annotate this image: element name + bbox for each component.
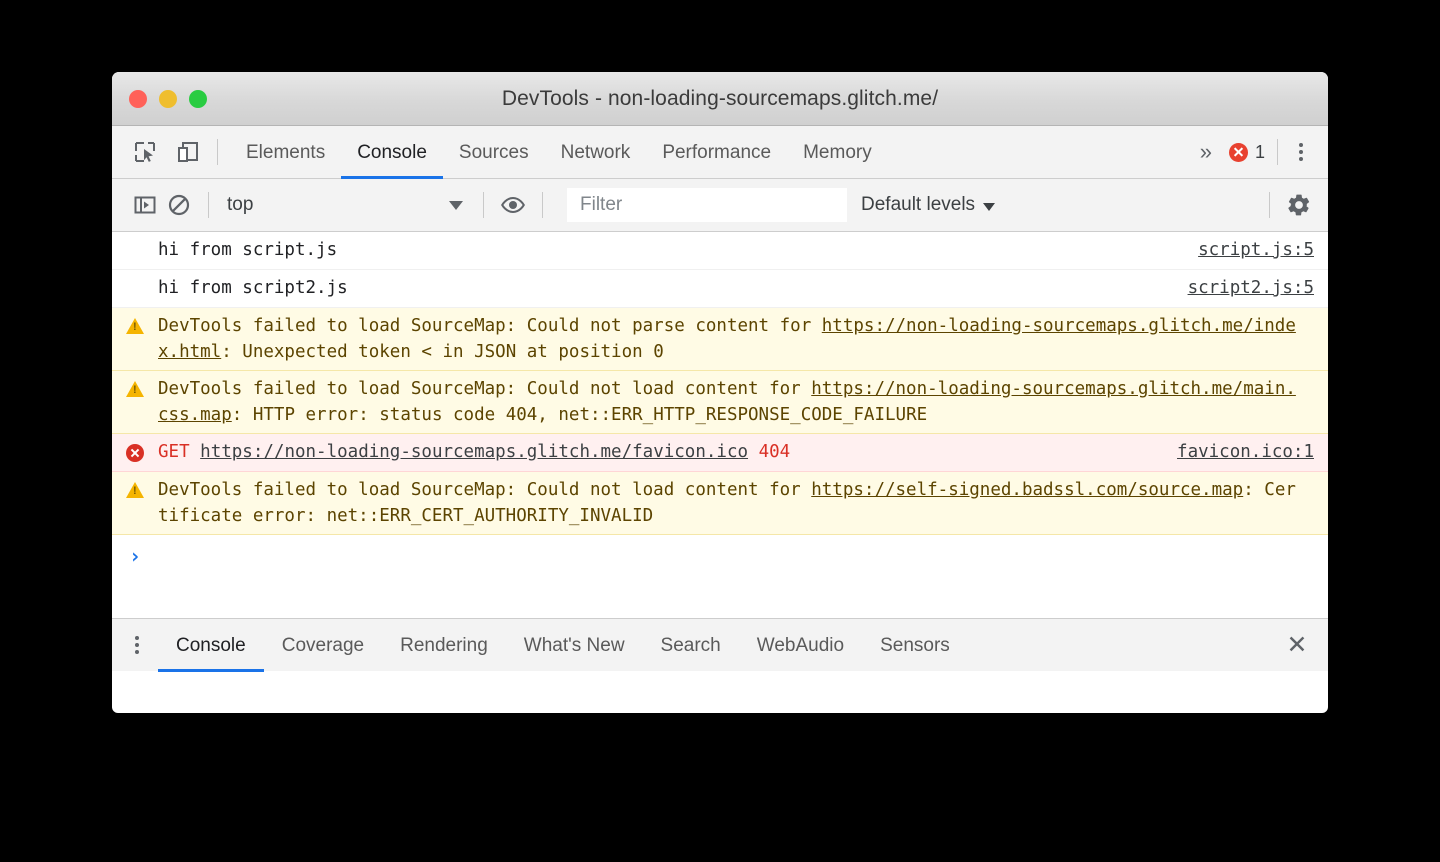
drawer-tab-coverage[interactable]: Coverage [264,619,382,672]
toolbar-divider [217,139,218,165]
drawer-tab-bar: Console Coverage Rendering What's New Se… [112,618,1328,671]
message-part: DevTools failed to load SourceMap: Could… [158,480,811,500]
message-icon-slot [112,439,158,462]
close-drawer-button[interactable]: ✕ [1280,628,1314,662]
console-toolbar-divider-1 [208,192,209,218]
message-text: hi from script.js [158,237,1198,263]
message-text: DevTools failed to load SourceMap: Could… [158,313,1314,365]
console-toolbar-divider-3 [542,192,543,218]
message-source-link[interactable]: favicon.ico:1 [1177,439,1314,465]
title-bar: DevTools - non-loading-sourcemaps.glitch… [112,72,1328,126]
console-message-row[interactable]: DevTools failed to load SourceMap: Could… [112,308,1328,371]
maximize-window-button[interactable] [189,90,207,108]
message-part: GET [158,442,200,462]
console-message-list[interactable]: hi from script.js script.js:5 hi from sc… [112,232,1328,618]
drawer-tabs: Console Coverage Rendering What's New Se… [158,619,968,672]
prompt-caret-icon: › [112,543,158,569]
message-part: 404 [748,442,790,462]
console-sidebar-icon[interactable] [128,188,162,222]
prompt-input[interactable] [158,543,1328,569]
console-message-row[interactable]: hi from script.js script.js:5 [112,232,1328,270]
main-menu-kebab-icon[interactable] [1288,137,1314,167]
close-window-button[interactable] [129,90,147,108]
drawer-menu-kebab-icon[interactable] [122,630,152,660]
warning-triangle-icon [126,482,144,498]
settings-gear-icon[interactable] [1282,188,1316,222]
tab-elements[interactable]: Elements [230,126,341,179]
message-icon-slot [112,313,158,334]
tab-bar-right: » 1 [1188,137,1314,167]
console-message-row[interactable]: DevTools failed to load SourceMap: Could… [112,472,1328,535]
chevron-down-icon [983,203,995,211]
message-text: hi from script2.js [158,275,1188,301]
message-part: : HTTP error: status code 404, net::ERR_… [232,405,927,425]
tab-console[interactable]: Console [341,126,443,179]
drawer-tab-search[interactable]: Search [643,619,739,672]
warning-triangle-icon [126,318,144,334]
clear-console-icon[interactable] [162,188,196,222]
filter-input[interactable] [578,193,836,217]
window-title: DevTools - non-loading-sourcemaps.glitch… [502,87,938,111]
error-circle-icon [126,444,144,462]
console-message-row[interactable]: DevTools failed to load SourceMap: Could… [112,371,1328,434]
drawer-tab-rendering[interactable]: Rendering [382,619,506,672]
message-part: DevTools failed to load SourceMap: Could… [158,379,811,399]
message-icon-slot [112,376,158,397]
execution-context-value: top [227,194,449,216]
message-part: hi from script.js [158,240,337,260]
console-toolbar: top Default levels [112,179,1328,232]
message-icon-slot [112,237,158,242]
tab-sources[interactable]: Sources [443,126,545,179]
drawer-tab-whats-new[interactable]: What's New [506,619,643,672]
message-part: DevTools failed to load SourceMap: Could… [158,316,822,336]
message-link[interactable]: https://self-signed.badssl.com/source.ma… [811,480,1243,500]
filter-box[interactable] [567,188,847,222]
message-part: : Unexpected token < in JSON at position… [221,342,664,362]
log-levels-select[interactable]: Default levels [847,194,1009,216]
drawer-tab-sensors[interactable]: Sensors [862,619,968,672]
console-toolbar-right [1257,188,1316,222]
toolbar-icons [128,135,205,169]
inspect-element-icon[interactable] [128,135,162,169]
drawer-tab-webaudio[interactable]: WebAudio [739,619,862,672]
main-tab-bar: Elements Console Sources Network Perform… [112,126,1328,179]
tab-network[interactable]: Network [545,126,647,179]
console-message-row[interactable]: hi from script2.js script2.js:5 [112,270,1328,308]
console-toolbar-divider-2 [483,192,484,218]
live-expression-icon[interactable] [496,188,530,222]
warning-triangle-icon [126,381,144,397]
message-link[interactable]: https://non-loading-sourcemaps.glitch.me… [200,442,748,462]
message-text: GET https://non-loading-sourcemaps.glitc… [158,439,1177,465]
execution-context-select[interactable]: top [221,188,471,222]
console-prompt[interactable]: › [112,535,1328,569]
error-badge[interactable]: 1 [1221,142,1271,163]
device-toolbar-icon[interactable] [171,135,205,169]
log-levels-value: Default levels [861,194,975,216]
tab-performance[interactable]: Performance [646,126,787,179]
settings-divider [1269,192,1270,218]
tab-memory[interactable]: Memory [787,126,888,179]
message-text: DevTools failed to load SourceMap: Could… [158,376,1314,428]
message-source-link[interactable]: script.js:5 [1198,237,1314,263]
drawer-tab-console[interactable]: Console [158,619,264,672]
message-icon-slot [112,275,158,280]
error-count: 1 [1255,142,1265,163]
traffic-lights [129,72,207,125]
error-circle-icon [1229,143,1248,162]
panel-tabs: Elements Console Sources Network Perform… [230,126,888,179]
more-tabs-icon[interactable]: » [1188,139,1221,165]
badge-divider [1277,139,1278,165]
console-message-row[interactable]: GET https://non-loading-sourcemaps.glitc… [112,434,1328,472]
message-icon-slot [112,477,158,498]
message-text: DevTools failed to load SourceMap: Could… [158,477,1314,529]
message-source-link[interactable]: script2.js:5 [1188,275,1314,301]
minimize-window-button[interactable] [159,90,177,108]
devtools-window: DevTools - non-loading-sourcemaps.glitch… [112,72,1328,713]
message-part: hi from script2.js [158,278,348,298]
chevron-down-icon [449,201,463,210]
